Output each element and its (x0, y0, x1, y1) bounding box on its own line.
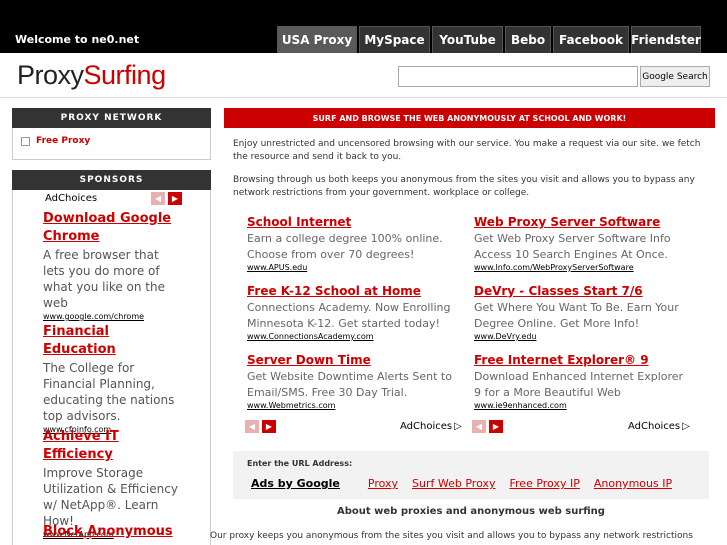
welcome-text: Welcome to ne0.net (15, 33, 140, 46)
ad-url[interactable]: www.ConnectionsAcademy.com (247, 332, 462, 341)
ad-title[interactable]: Free K-12 School at Home (247, 283, 462, 299)
ad-desc: Get Web Proxy Server Software Info Acces… (474, 232, 671, 261)
ad-desc: Connections Academy. Now Enrolling Minne… (247, 301, 451, 330)
next-arrow-icon[interactable]: ▶ (262, 420, 276, 433)
ad-url[interactable]: www.APUS.edu (247, 263, 462, 272)
tab-usa-proxy[interactable]: USA Proxy (277, 26, 357, 53)
intro-paragraph-2: Browsing through us both keeps you anony… (233, 175, 695, 198)
tab-bebo[interactable]: Bebo (505, 26, 551, 53)
ad-block[interactable]: Server Down Time Get Website Downtime Al… (247, 352, 462, 410)
ad-desc: Earn a college degree 100% online. Choos… (247, 232, 443, 261)
tab-youtube[interactable]: YouTube (432, 26, 503, 53)
divider (0, 97, 727, 98)
free-proxy-link[interactable]: Free Proxy (21, 136, 90, 146)
adchoices-label: AdChoices (628, 421, 681, 432)
ad-desc: Get Where You Want To Be. Earn Your Degr… (474, 301, 679, 330)
ad-title[interactable]: Web Proxy Server Software (474, 214, 689, 230)
sponsor-ad-title[interactable]: Financial Education (43, 323, 183, 359)
sponsor-ad-title[interactable]: Achieve IT Efficiency (43, 428, 183, 464)
about-heading: About web proxies and anonymous web surf… (337, 506, 605, 517)
ad-url[interactable]: www.DeVry.edu (474, 332, 689, 341)
ad-block[interactable]: Free Internet Explorer® 9 Download Enhan… (474, 352, 689, 410)
top-tabs: USA Proxy MySpace YouTube Bebo Facebook … (277, 26, 703, 53)
sponsor-ad-desc: Improve Storage Utilization & Efficiency… (43, 466, 178, 528)
adchoices-right[interactable]: AdChoices ▷ (628, 421, 690, 432)
ad-url[interactable]: www.ie9enhanced.com (474, 401, 689, 410)
sponsor-ad[interactable]: Financial Education The College for Fina… (43, 323, 183, 434)
checkbox-icon[interactable] (21, 136, 30, 146)
ad-title[interactable]: School Internet (247, 214, 462, 230)
tab-myspace[interactable]: MySpace (359, 26, 430, 53)
search-input[interactable] (398, 66, 638, 87)
sponsor-ad[interactable]: Download Google Chrome A free browser th… (43, 210, 183, 321)
link-free-proxy-ip[interactable]: Free Proxy IP (510, 477, 580, 490)
prev-arrow-icon[interactable]: ◀ (151, 192, 165, 205)
free-proxy-label: Free Proxy (36, 136, 91, 146)
prev-arrow-icon[interactable]: ◀ (472, 420, 486, 433)
adchoices-label: AdChoices (45, 193, 98, 204)
tab-friendster[interactable]: Friendster (631, 26, 701, 53)
site-logo[interactable]: ProxySurfing (17, 60, 166, 91)
ads-by-google-link[interactable]: Ads by Google (251, 477, 340, 490)
sponsor-ad[interactable]: Block Anonymous (43, 523, 183, 541)
ad-url[interactable]: www.Info.com/WebProxyServerSoftware (474, 263, 689, 272)
proxy-network-header: PROXY NETWORK (12, 108, 211, 128)
ad-links: Ads by Google Proxy Surf Web Proxy Free … (251, 477, 686, 490)
sponsor-ad-desc: A free browser that lets you do more of … (43, 248, 165, 310)
logo-part1: Proxy (17, 60, 84, 90)
ad-title[interactable]: DeVry - Classes Start 7/6 (474, 283, 689, 299)
ad-title[interactable]: Server Down Time (247, 352, 462, 368)
main-banner: SURF AND BROWSE THE WEB ANONYMOUSLY AT S… (224, 108, 715, 128)
adchoices-icon: ▷ (682, 421, 690, 432)
bottom-text: Our proxy keeps you anonymous from the s… (210, 531, 693, 541)
adchoices-icon: ▷ (454, 421, 462, 432)
adchoices-sidebar[interactable]: AdChoices (45, 193, 97, 204)
ad-block[interactable]: Free K-12 School at Home Connections Aca… (247, 283, 462, 341)
ad-title[interactable]: Free Internet Explorer® 9 (474, 352, 689, 368)
ad-block[interactable]: School Internet Earn a college degree 10… (247, 214, 462, 272)
sponsor-ad-title[interactable]: Download Google Chrome (43, 210, 183, 246)
ad-url[interactable]: www.Webmetrics.com (247, 401, 462, 410)
link-surf-web-proxy[interactable]: Surf Web Proxy (412, 477, 495, 490)
url-box: Enter the URL Address: Ads by Google Pro… (233, 451, 709, 499)
link-proxy[interactable]: Proxy (368, 477, 398, 490)
ad-block[interactable]: DeVry - Classes Start 7/6 Get Where You … (474, 283, 689, 341)
intro-paragraph: Enjoy unrestricted and uncensored browsi… (233, 139, 701, 162)
url-label: Enter the URL Address: (247, 459, 353, 468)
ad-desc: Download Enhanced Internet Explorer 9 fo… (474, 370, 684, 399)
ad-block[interactable]: Web Proxy Server Software Get Web Proxy … (474, 214, 689, 272)
next-arrow-icon[interactable]: ▶ (168, 192, 182, 205)
sponsor-ad-desc: The College for Financial Planning, educ… (43, 361, 175, 423)
logo-part2: Surfing (83, 60, 167, 90)
adchoices-label: AdChoices (400, 421, 453, 432)
next-arrow-icon[interactable]: ▶ (489, 420, 503, 433)
adchoices-left[interactable]: AdChoices ▷ (400, 421, 462, 432)
prev-arrow-icon[interactable]: ◀ (245, 420, 259, 433)
google-search-button[interactable]: Google Search (640, 66, 710, 87)
tab-facebook[interactable]: Facebook (553, 26, 629, 53)
sponsor-ad-title[interactable]: Block Anonymous (43, 523, 183, 541)
sponsors-header: SPONSORS (12, 170, 211, 190)
ad-desc: Get Website Downtime Alerts Sent to Emai… (247, 370, 452, 399)
link-anonymous-ip[interactable]: Anonymous IP (594, 477, 672, 490)
sponsor-ad-url[interactable]: www.google.com/chrome (43, 312, 183, 321)
